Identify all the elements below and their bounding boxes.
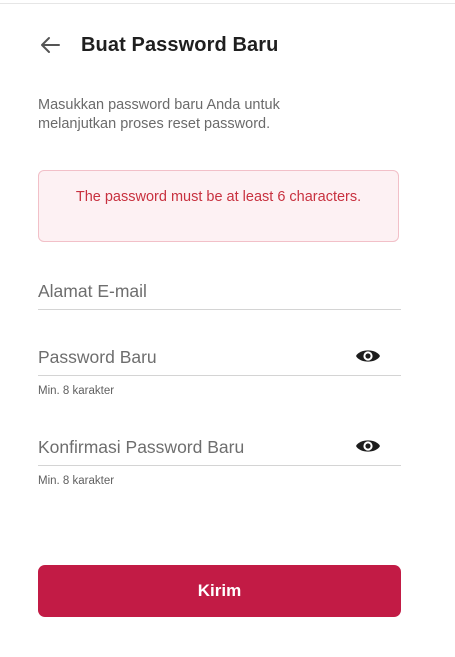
new-password-field[interactable] [38, 345, 348, 369]
confirm-password-hint: Min. 8 karakter [38, 475, 115, 487]
page-subtitle: Masukkan password baru Anda untuk melanj… [38, 97, 280, 132]
email-field-wrapper [38, 272, 401, 310]
page-header: Buat Password Baru [38, 30, 418, 60]
confirm-password-field-wrapper [38, 428, 401, 466]
eye-icon[interactable] [355, 347, 381, 365]
error-alert: The password must be at least 6 characte… [38, 170, 399, 242]
top-divider [0, 3, 455, 4]
submit-button[interactable]: Kirim [38, 565, 401, 617]
eye-icon[interactable] [355, 437, 381, 455]
page-title: Buat Password Baru [81, 33, 279, 56]
password-hint: Min. 8 karakter [38, 385, 115, 397]
confirm-password-field[interactable] [38, 435, 348, 459]
arrow-left-icon [41, 37, 60, 53]
new-password-field-wrapper [38, 338, 401, 376]
error-message: The password must be at least 6 characte… [75, 189, 362, 205]
email-field[interactable] [38, 279, 348, 303]
back-button[interactable] [38, 33, 62, 57]
